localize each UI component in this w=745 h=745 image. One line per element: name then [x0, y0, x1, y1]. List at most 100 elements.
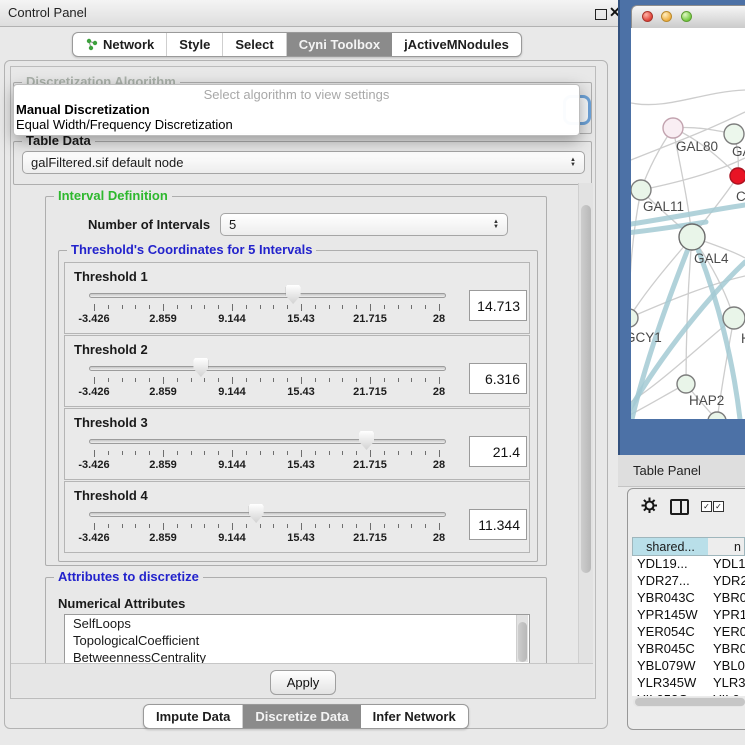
- network-node[interactable]: [631, 309, 638, 327]
- popup-item-equal-width[interactable]: Equal Width/Frequency Discretization: [14, 117, 579, 132]
- table-row[interactable]: YER054C YER0: [632, 624, 745, 641]
- slider-thumb-icon[interactable]: [249, 504, 264, 523]
- table-data-value: galFiltered.sif default node: [31, 155, 183, 170]
- network-edge[interactable]: [686, 237, 692, 384]
- node-label: GAL11: [643, 199, 684, 214]
- threshold-row: Threshold 1 -3.4262.8599.14415.4321.7152…: [64, 262, 530, 334]
- table-row[interactable]: YDR27...YDR2: [632, 573, 745, 590]
- network-edge[interactable]: [631, 237, 692, 318]
- column-header-shared-name[interactable]: shared...: [632, 537, 709, 556]
- tab-style[interactable]: Style: [167, 33, 223, 56]
- table-row[interactable]: YPR145WYPR1: [632, 607, 745, 624]
- threshold-value-input[interactable]: [469, 509, 527, 540]
- tick-label: -3.426: [64, 386, 124, 398]
- tick-label: -3.426: [64, 459, 124, 471]
- attribute-list-item[interactable]: TopologicalCoefficient: [65, 632, 529, 649]
- table-data-combobox[interactable]: galFiltered.sif default node ▲▼: [22, 151, 585, 174]
- node-label: GCY1: [631, 330, 662, 345]
- network-node[interactable]: [631, 180, 651, 200]
- main-scrollbar[interactable]: [578, 183, 593, 663]
- slider-track[interactable]: [89, 512, 446, 517]
- network-node[interactable]: [730, 168, 745, 184]
- table-row[interactable]: YBL079WYBL0: [632, 658, 745, 675]
- cell-shared-name: YER054C: [637, 624, 695, 639]
- close-traffic-light-icon[interactable]: [642, 11, 653, 22]
- cell-shared-name: YPR145W: [637, 607, 698, 622]
- popup-item-manual[interactable]: Manual Discretization: [14, 102, 579, 117]
- tick-label: 9.144: [202, 459, 262, 471]
- network-edge[interactable]: [641, 158, 745, 190]
- tab-network[interactable]: Network: [73, 33, 167, 56]
- tick-label: 2.859: [133, 386, 193, 398]
- slider-thumb-icon[interactable]: [359, 431, 374, 450]
- network-node[interactable]: [663, 118, 683, 138]
- slider-track[interactable]: [89, 366, 446, 371]
- tick-label: 9.144: [202, 313, 262, 325]
- threshold-value-input[interactable]: [469, 436, 527, 467]
- network-edge[interactable]: [631, 190, 641, 318]
- threshold-value-input[interactable]: [469, 290, 527, 321]
- tab-label: Style: [179, 37, 210, 52]
- tab-infer-network[interactable]: Infer Network: [361, 705, 468, 728]
- tab-impute-data[interactable]: Impute Data: [144, 705, 243, 728]
- cell-shared-name: YBL079W: [637, 658, 696, 673]
- attribute-list-item[interactable]: SelfLoops: [65, 615, 529, 632]
- tick-label: -3.426: [64, 532, 124, 544]
- split-columns-icon[interactable]: [670, 499, 689, 515]
- table-row[interactable]: YBR045CYBR0: [632, 641, 745, 658]
- float-window-icon[interactable]: [595, 9, 607, 20]
- tick-label: -3.426: [64, 313, 124, 325]
- tab-cyni-toolbox[interactable]: Cyni Toolbox: [287, 33, 392, 56]
- tab-label: Select: [235, 37, 273, 52]
- threshold-coordinates-title: Threshold's Coordinates for 5 Intervals: [67, 242, 316, 257]
- tab-discretize-data[interactable]: Discretize Data: [243, 705, 360, 728]
- table-row[interactable]: YDL19...YDL1: [632, 556, 745, 573]
- checkbox-icon[interactable]: ✓: [713, 501, 724, 512]
- checkbox-icon[interactable]: ✓: [701, 501, 712, 512]
- minimize-traffic-light-icon[interactable]: [661, 11, 672, 22]
- tick-label: 28: [409, 459, 469, 471]
- slider-thumb-icon[interactable]: [193, 358, 208, 377]
- cell-name: YER0: [713, 624, 745, 639]
- gear-icon[interactable]: [641, 497, 658, 514]
- tick-label: 21.715: [340, 459, 400, 471]
- number-of-intervals-label: Number of Intervals: [88, 217, 210, 232]
- network-node[interactable]: [679, 224, 705, 250]
- top-tab-bar: Network Style Select Cyni ToolboxjActiveMNo…: [72, 32, 522, 57]
- zoom-traffic-light-icon[interactable]: [681, 11, 692, 22]
- tab-label: Impute Data: [156, 709, 230, 724]
- node-label: C: [736, 189, 745, 204]
- network-node[interactable]: [723, 307, 745, 329]
- stepper-icon: ▲▼: [570, 158, 576, 168]
- slider-thumb-icon[interactable]: [286, 285, 301, 304]
- table-row[interactable]: YIL052CYIL0: [632, 692, 745, 696]
- network-edge[interactable]: [631, 90, 745, 105]
- stepper-icon: ▲▼: [493, 220, 499, 230]
- tab-select[interactable]: Select: [223, 33, 286, 56]
- attributes-scrollbar[interactable]: [516, 615, 528, 662]
- column-header-name[interactable]: n: [708, 537, 745, 556]
- tab-jactivemnodules[interactable]: jActiveMNodules: [392, 33, 521, 56]
- tick-label: 9.144: [202, 532, 262, 544]
- tick-label: 28: [409, 532, 469, 544]
- table-row[interactable]: YLR345WYLR3: [632, 675, 745, 692]
- threshold-value-input[interactable]: [469, 363, 527, 394]
- apply-button[interactable]: Apply: [270, 670, 336, 695]
- cell-shared-name: YLR345W: [637, 675, 696, 690]
- popup-prompt[interactable]: Select algorithm to view settings: [14, 87, 579, 102]
- number-of-intervals-combobox[interactable]: 5 ▲▼: [220, 213, 508, 236]
- table-panel-titlebar: Table Panel: [618, 455, 745, 487]
- threshold-label: Threshold 3: [74, 415, 148, 430]
- network-node[interactable]: [724, 124, 744, 144]
- cell-name: YBR0: [713, 641, 745, 656]
- slider-track[interactable]: [89, 293, 446, 298]
- network-canvas[interactable]: GAL80GACGAL11GAL4GCY1HHAP2: [631, 28, 745, 419]
- slider-track[interactable]: [89, 439, 446, 444]
- tick-label: 15.43: [271, 386, 331, 398]
- threshold-row: Threshold 3 -3.4262.8599.14415.4321.7152…: [64, 408, 530, 480]
- cell-shared-name: YIL052C: [637, 692, 688, 696]
- table-row[interactable]: YBR043CYBR0: [632, 590, 745, 607]
- network-node[interactable]: [677, 375, 695, 393]
- numerical-attributes-list[interactable]: SelfLoopsTopologicalCoefficientBetweenne…: [64, 614, 530, 665]
- tick-label: 21.715: [340, 532, 400, 544]
